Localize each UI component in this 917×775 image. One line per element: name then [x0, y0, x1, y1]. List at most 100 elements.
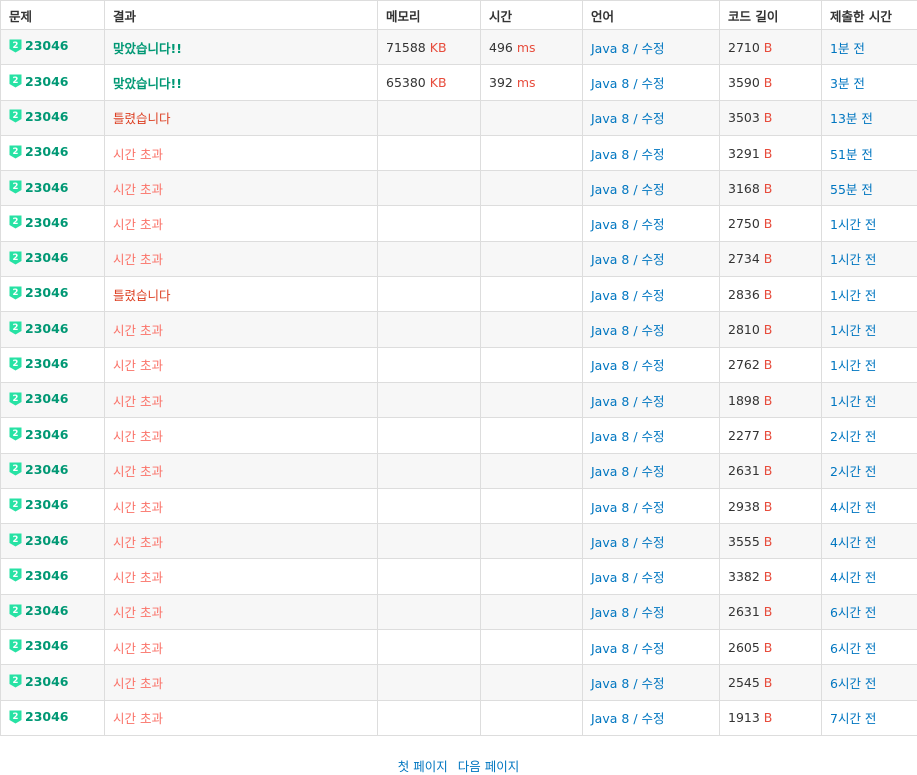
language-link[interactable]: Java 8	[591, 323, 629, 338]
memory-cell: 71588 KB	[377, 28, 481, 66]
problem-link[interactable]: 2 23046	[9, 321, 69, 336]
problem-link[interactable]: 2 23046	[9, 285, 69, 300]
language-link[interactable]: Java 8	[591, 182, 629, 197]
result-cell: 틀렸습니다	[104, 99, 378, 136]
edit-link[interactable]: 수정	[642, 676, 665, 691]
code-length-value: 2734	[728, 251, 760, 267]
time-cell	[480, 99, 583, 136]
submitted-time-link[interactable]: 51분 전	[830, 147, 873, 162]
problem-link[interactable]: 2 23046	[9, 603, 69, 618]
code-length-cell: 2605 B	[719, 629, 822, 666]
language-link[interactable]: Java 8	[591, 711, 629, 726]
language-link[interactable]: Java 8	[591, 147, 629, 162]
submitted-time-link[interactable]: 1시간 전	[830, 323, 876, 338]
problem-link[interactable]: 2 23046	[9, 533, 69, 548]
problem-link[interactable]: 2 23046	[9, 250, 69, 265]
problem-link[interactable]: 2 23046	[9, 709, 69, 724]
submitted-cell: 4시간 전	[821, 523, 917, 560]
language-link[interactable]: Java 8	[591, 41, 629, 56]
edit-link[interactable]: 수정	[642, 288, 665, 303]
svg-text:2: 2	[13, 217, 19, 227]
language-cell: Java 8 / 수정	[582, 629, 720, 666]
problem-link[interactable]: 2 23046	[9, 427, 69, 442]
submitted-cell: 13분 전	[821, 99, 917, 136]
language-separator: /	[629, 640, 642, 656]
edit-link[interactable]: 수정	[642, 252, 665, 267]
language-link[interactable]: Java 8	[591, 288, 629, 303]
submitted-time-link[interactable]: 1시간 전	[830, 252, 876, 267]
problem-link[interactable]: 2 23046	[9, 462, 69, 477]
submitted-time-link[interactable]: 6시간 전	[830, 676, 876, 691]
language-link[interactable]: Java 8	[591, 111, 629, 126]
language-link[interactable]: Java 8	[591, 252, 629, 267]
problem-link[interactable]: 2 23046	[9, 391, 69, 406]
problem-link[interactable]: 2 23046	[9, 497, 69, 512]
language-link[interactable]: Java 8	[591, 605, 629, 620]
submitted-time-link[interactable]: 1시간 전	[830, 288, 876, 303]
edit-link[interactable]: 수정	[642, 147, 665, 162]
edit-link[interactable]: 수정	[642, 641, 665, 656]
submitted-time-link[interactable]: 6시간 전	[830, 605, 876, 620]
language-link[interactable]: Java 8	[591, 641, 629, 656]
problem-link[interactable]: 2 23046	[9, 215, 69, 230]
language-link[interactable]: Java 8	[591, 358, 629, 373]
submitted-time-link[interactable]: 6시간 전	[830, 641, 876, 656]
edit-link[interactable]: 수정	[642, 464, 665, 479]
submitted-time-link[interactable]: 2시간 전	[830, 464, 876, 479]
code-length-cell: 2631 B	[719, 593, 822, 631]
edit-link[interactable]: 수정	[642, 76, 665, 91]
submitted-time-link[interactable]: 2시간 전	[830, 429, 876, 444]
code-length-value: 2762	[728, 357, 760, 373]
submitted-time-link[interactable]: 1분 전	[830, 41, 865, 56]
code-length-unit: B	[763, 533, 773, 549]
edit-link[interactable]: 수정	[642, 535, 665, 550]
problem-link[interactable]: 2 23046	[9, 568, 69, 583]
submitted-time-link[interactable]: 1시간 전	[830, 394, 876, 409]
edit-link[interactable]: 수정	[642, 41, 665, 56]
problem-link[interactable]: 2 23046	[9, 74, 69, 89]
code-length-value: 2277	[728, 427, 760, 443]
edit-link[interactable]: 수정	[642, 570, 665, 585]
problem-link[interactable]: 2 23046	[9, 674, 69, 689]
submitted-time-link[interactable]: 7시간 전	[830, 711, 876, 726]
language-link[interactable]: Java 8	[591, 429, 629, 444]
submitted-time-link[interactable]: 4시간 전	[830, 570, 876, 585]
edit-link[interactable]: 수정	[642, 217, 665, 232]
problem-link[interactable]: 2 23046	[9, 38, 69, 53]
submitted-time-link[interactable]: 1시간 전	[830, 217, 876, 232]
edit-link[interactable]: 수정	[642, 394, 665, 409]
next-page-link[interactable]: 다음 페이지	[458, 759, 519, 774]
header-time: 시간	[480, 0, 583, 30]
time-cell	[480, 311, 583, 348]
edit-link[interactable]: 수정	[642, 323, 665, 338]
language-link[interactable]: Java 8	[591, 76, 629, 91]
submitted-time-link[interactable]: 4시간 전	[830, 535, 876, 550]
language-link[interactable]: Java 8	[591, 217, 629, 232]
first-page-link[interactable]: 첫 페이지	[398, 759, 448, 774]
language-link[interactable]: Java 8	[591, 500, 629, 515]
memory-cell	[377, 381, 481, 419]
problem-link[interactable]: 2 23046	[9, 109, 69, 124]
problem-link[interactable]: 2 23046	[9, 180, 69, 195]
edit-link[interactable]: 수정	[642, 429, 665, 444]
edit-link[interactable]: 수정	[642, 711, 665, 726]
edit-link[interactable]: 수정	[642, 500, 665, 515]
edit-link[interactable]: 수정	[642, 111, 665, 126]
result-cell: 시간 초과	[104, 523, 378, 560]
language-link[interactable]: Java 8	[591, 535, 629, 550]
submitted-time-link[interactable]: 13분 전	[830, 111, 873, 126]
language-link[interactable]: Java 8	[591, 464, 629, 479]
language-link[interactable]: Java 8	[591, 570, 629, 585]
language-link[interactable]: Java 8	[591, 394, 629, 409]
problem-link[interactable]: 2 23046	[9, 356, 69, 371]
submitted-time-link[interactable]: 55분 전	[830, 182, 873, 197]
submitted-time-link[interactable]: 4시간 전	[830, 500, 876, 515]
edit-link[interactable]: 수정	[642, 182, 665, 197]
submitted-time-link[interactable]: 1시간 전	[830, 358, 876, 373]
problem-link[interactable]: 2 23046	[9, 638, 69, 653]
edit-link[interactable]: 수정	[642, 358, 665, 373]
problem-link[interactable]: 2 23046	[9, 144, 69, 159]
submitted-time-link[interactable]: 3분 전	[830, 76, 865, 91]
language-link[interactable]: Java 8	[591, 676, 629, 691]
edit-link[interactable]: 수정	[642, 605, 665, 620]
